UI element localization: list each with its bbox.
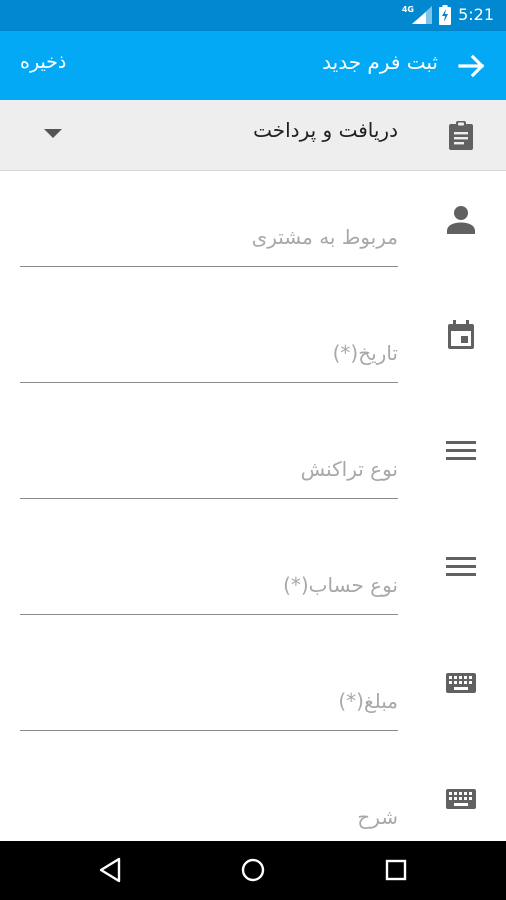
amount-input[interactable]: مبلغ(*) — [338, 689, 398, 713]
date-input[interactable]: تاریخ(*) — [333, 341, 398, 365]
arrow-forward-icon[interactable] — [456, 50, 488, 82]
account-type-input[interactable]: نوع حساب(*) — [283, 573, 398, 597]
keyboard-icon — [446, 673, 476, 693]
field-underline — [20, 614, 398, 615]
field-underline — [20, 266, 398, 267]
save-button[interactable]: ذخیره — [20, 51, 66, 73]
field-underline — [20, 498, 398, 499]
page-title: ثبت فرم جدید — [322, 50, 438, 74]
customer-input[interactable]: مربوط به مشتری — [252, 225, 398, 249]
transaction-type-value: دریافت و پرداخت — [253, 118, 398, 142]
person-icon — [447, 206, 475, 234]
description-input[interactable]: شرح — [357, 805, 398, 829]
transaction-kind-field-row: نوع تراکنش — [0, 404, 506, 520]
transaction-kind-input[interactable]: نوع تراکنش — [301, 457, 398, 481]
field-underline — [20, 730, 398, 731]
app-bar: ثبت فرم جدید ذخیره — [0, 31, 506, 100]
signal-icon — [412, 6, 432, 24]
battery-charging-icon — [439, 5, 451, 25]
account-type-field-row: نوع حساب(*) — [0, 520, 506, 636]
menu-lines-icon — [446, 441, 476, 460]
clock: 5:21 — [458, 5, 494, 24]
field-underline — [20, 382, 398, 383]
clipboard-icon — [449, 121, 473, 150]
calendar-icon — [448, 320, 474, 349]
transaction-type-select[interactable]: دریافت و پرداخت — [0, 100, 506, 171]
status-bar: 4G 5:21 — [0, 0, 506, 31]
nav-recents-icon[interactable] — [381, 855, 411, 885]
nav-back-icon[interactable] — [95, 855, 125, 885]
keyboard-icon — [446, 789, 476, 809]
dropdown-arrow-icon[interactable] — [44, 129, 62, 138]
menu-lines-icon — [446, 557, 476, 576]
customer-field-row: مربوط به مشتری — [0, 172, 506, 288]
date-field-row: تاریخ(*) — [0, 288, 506, 404]
system-nav-bar — [0, 841, 506, 900]
nav-home-icon[interactable] — [238, 855, 268, 885]
amount-field-row: مبلغ(*) — [0, 636, 506, 752]
